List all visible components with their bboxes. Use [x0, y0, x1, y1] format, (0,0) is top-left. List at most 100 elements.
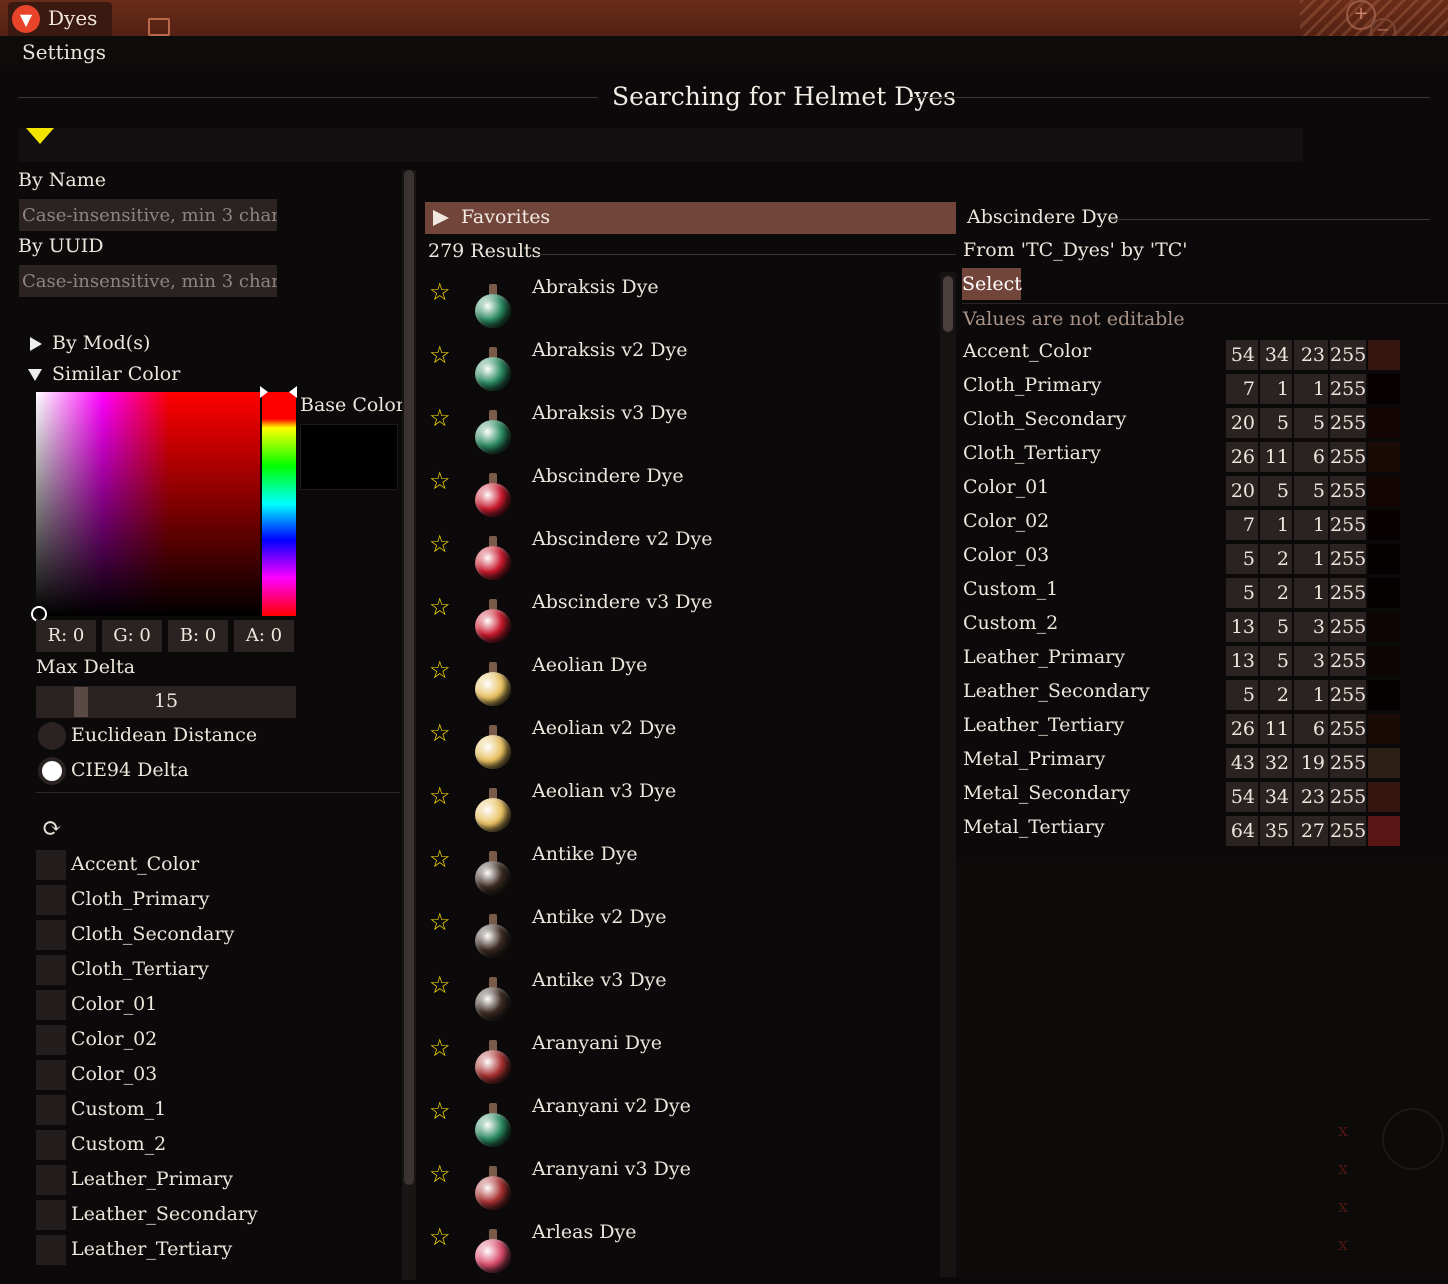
dye-name[interactable]: Aeolian v2 Dye — [532, 717, 676, 739]
slot-checkbox[interactable] — [36, 1095, 66, 1125]
collapse-arrow-icon[interactable] — [28, 369, 42, 381]
dye-list-item[interactable]: ☆ Abraksis v3 Dye — [425, 402, 937, 465]
euclidean-distance-label[interactable]: Euclidean Distance — [71, 724, 257, 746]
dye-list-item[interactable]: ☆ Arleas Dye — [425, 1221, 937, 1284]
hue-slider[interactable] — [262, 392, 296, 616]
dye-name[interactable]: Aranyani v2 Dye — [532, 1095, 691, 1117]
results-scrollbar[interactable] — [940, 272, 956, 1277]
filter-icon[interactable] — [26, 128, 54, 144]
star-icon[interactable]: ☆ — [429, 1160, 451, 1188]
favorites-label[interactable]: Favorites — [461, 206, 550, 228]
dye-list-item[interactable]: ☆ Aeolian Dye — [425, 654, 937, 717]
dye-list-item[interactable]: ☆ Aeolian v2 Dye — [425, 717, 937, 780]
slot-checkbox-label[interactable]: Color_01 — [71, 993, 157, 1015]
slot-checkbox-label[interactable]: Custom_2 — [71, 1133, 166, 1155]
star-icon[interactable]: ☆ — [429, 1223, 451, 1251]
slot-checkbox[interactable] — [36, 920, 66, 950]
slot-checkbox[interactable] — [36, 850, 66, 880]
b-value-field[interactable]: B: 0 — [168, 620, 228, 652]
dye-list-item[interactable]: ☆ Aeolian v3 Dye — [425, 780, 937, 843]
dye-name[interactable]: Abscindere v3 Dye — [532, 591, 712, 613]
slot-checkbox-label[interactable]: Custom_1 — [71, 1098, 166, 1120]
filter-scrollbar-thumb[interactable] — [404, 170, 414, 1185]
star-icon[interactable]: ☆ — [429, 845, 451, 873]
slot-checkbox-label[interactable]: Leather_Primary — [71, 1168, 233, 1190]
by-mods-toggle[interactable]: By Mod(s) — [52, 332, 150, 354]
dye-name[interactable]: Aeolian Dye — [532, 654, 647, 676]
slot-checkbox-label[interactable]: Accent_Color — [71, 853, 199, 875]
dye-name[interactable]: Antike v2 Dye — [532, 906, 667, 928]
dye-list-item[interactable]: ☆ Abraksis v2 Dye — [425, 339, 937, 402]
dye-name[interactable]: Aeolian v3 Dye — [532, 780, 676, 802]
slot-checkbox[interactable] — [36, 1130, 66, 1160]
slot-checkbox[interactable] — [36, 1165, 66, 1195]
param-g-value: 1 — [1260, 374, 1292, 404]
by-uuid-input[interactable] — [19, 265, 277, 297]
slot-checkbox-label[interactable]: Leather_Secondary — [71, 1203, 258, 1225]
star-icon[interactable]: ☆ — [429, 1097, 451, 1125]
dye-name[interactable]: Aranyani v3 Dye — [532, 1158, 691, 1180]
dye-list-item[interactable]: ☆ Aranyani v3 Dye — [425, 1158, 937, 1221]
dye-list-item[interactable]: ☆ Aranyani Dye — [425, 1032, 937, 1095]
slot-checkbox-label[interactable]: Color_03 — [71, 1063, 157, 1085]
cie94-delta-radio[interactable] — [38, 757, 66, 785]
dye-name[interactable]: Arleas Dye — [532, 1221, 636, 1243]
dye-name[interactable]: Abraksis v2 Dye — [532, 339, 688, 361]
a-value-field[interactable]: A: 0 — [234, 620, 294, 652]
slot-checkbox-label[interactable]: Color_02 — [71, 1028, 157, 1050]
euclidean-distance-radio[interactable] — [38, 722, 66, 750]
dye-list-item[interactable]: ☆ Antike v3 Dye — [425, 969, 937, 1032]
window-icon[interactable] — [148, 18, 170, 36]
slot-checkbox[interactable] — [36, 990, 66, 1020]
slot-checkbox-label[interactable]: Cloth_Primary — [71, 888, 210, 910]
g-value-field[interactable]: G: 0 — [102, 620, 162, 652]
star-icon[interactable]: ☆ — [429, 530, 451, 558]
dye-list-item[interactable]: ☆ Antike Dye — [425, 843, 937, 906]
slot-checkbox[interactable] — [36, 885, 66, 915]
slot-checkbox-label[interactable]: Leather_Tertiary — [71, 1238, 232, 1260]
slot-checkbox-label[interactable]: Cloth_Tertiary — [71, 958, 209, 980]
cie94-delta-label[interactable]: CIE94 Delta — [71, 759, 189, 781]
star-icon[interactable]: ☆ — [429, 593, 451, 621]
star-icon[interactable]: ☆ — [429, 656, 451, 684]
color-picker-square[interactable] — [36, 392, 260, 616]
by-name-input[interactable] — [19, 199, 277, 231]
slot-checkbox[interactable] — [36, 1235, 66, 1265]
r-value-field[interactable]: R: 0 — [36, 620, 96, 652]
results-scrollbar-thumb[interactable] — [943, 276, 953, 332]
dye-name[interactable]: Abraksis v3 Dye — [532, 402, 688, 424]
dye-list-item[interactable]: ☆ Aranyani v2 Dye — [425, 1095, 937, 1158]
star-icon[interactable]: ☆ — [429, 719, 451, 747]
star-icon[interactable]: ☆ — [429, 341, 451, 369]
slot-checkbox[interactable] — [36, 1200, 66, 1230]
expand-arrow-icon[interactable] — [433, 210, 449, 226]
dye-list-item[interactable]: ☆ Abscindere Dye — [425, 465, 937, 528]
dye-list-item[interactable]: ☆ Abscindere v3 Dye — [425, 591, 937, 654]
star-icon[interactable]: ☆ — [429, 908, 451, 936]
refresh-icon[interactable]: ⟳ — [42, 814, 62, 842]
base-color-swatch[interactable] — [300, 424, 398, 490]
slot-checkbox[interactable] — [36, 955, 66, 985]
dye-list-item[interactable]: ☆ Abraksis Dye — [425, 276, 937, 339]
dye-name[interactable]: Abscindere v2 Dye — [532, 528, 712, 550]
select-button[interactable]: Select — [962, 268, 1022, 300]
star-icon[interactable]: ☆ — [429, 971, 451, 999]
dye-name[interactable]: Antike v3 Dye — [532, 969, 667, 991]
star-icon[interactable]: ☆ — [429, 1034, 451, 1062]
star-icon[interactable]: ☆ — [429, 467, 451, 495]
slot-checkbox[interactable] — [36, 1060, 66, 1090]
menu-settings[interactable]: Settings — [22, 40, 106, 64]
expand-arrow-icon[interactable] — [30, 337, 42, 351]
similar-color-toggle[interactable]: Similar Color — [52, 363, 180, 385]
star-icon[interactable]: ☆ — [429, 278, 451, 306]
dye-name[interactable]: Abscindere Dye — [532, 465, 684, 487]
star-icon[interactable]: ☆ — [429, 404, 451, 432]
slot-checkbox-label[interactable]: Cloth_Secondary — [71, 923, 234, 945]
dye-name[interactable]: Aranyani Dye — [532, 1032, 662, 1054]
dye-name[interactable]: Abraksis Dye — [532, 276, 659, 298]
star-icon[interactable]: ☆ — [429, 782, 451, 810]
dye-name[interactable]: Antike Dye — [532, 843, 638, 865]
dye-list-item[interactable]: ☆ Antike v2 Dye — [425, 906, 937, 969]
dye-list-item[interactable]: ☆ Abscindere v2 Dye — [425, 528, 937, 591]
slot-checkbox[interactable] — [36, 1025, 66, 1055]
